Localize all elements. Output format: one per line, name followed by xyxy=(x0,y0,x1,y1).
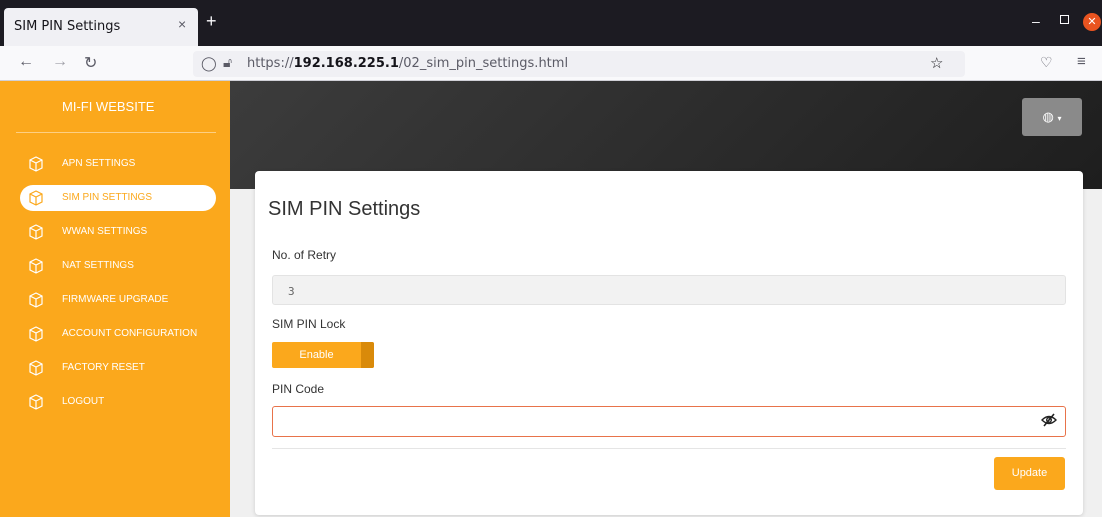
retry-count-value: 3 xyxy=(288,285,295,298)
eye-slash-icon[interactable] xyxy=(1041,413,1057,430)
tab-title: SIM PIN Settings xyxy=(14,19,121,34)
browser-tab-bar: SIM PIN Settings × + – ✕ xyxy=(0,0,1102,46)
cube-icon xyxy=(29,394,43,410)
bookmark-star-icon[interactable]: ☆ xyxy=(930,54,943,72)
form-divider xyxy=(272,448,1066,449)
sidebar-item-label: FIRMWARE UPGRADE xyxy=(62,294,169,305)
cube-icon xyxy=(29,156,43,172)
cube-icon xyxy=(29,360,43,376)
sidebar-item-wwan-settings[interactable]: WWAN SETTINGS xyxy=(20,219,216,245)
sidebar-item-nat-settings[interactable]: NAT SETTINGS xyxy=(20,253,216,279)
retry-label: No. of Retry xyxy=(272,248,337,262)
back-icon[interactable]: ← xyxy=(18,53,34,71)
sidebar-item-sim-pin-settings[interactable]: SIM PIN SETTINGS xyxy=(20,185,216,211)
brand-title: MI-FI WEBSITE xyxy=(62,99,155,114)
toggle-knob[interactable] xyxy=(361,342,374,368)
settings-card: SIM PIN Settings No. of Retry 3 SIM PIN … xyxy=(255,171,1083,515)
sidebar-item-firmware-upgrade[interactable]: FIRMWARE UPGRADE xyxy=(20,287,216,313)
caret-down-icon: ▾ xyxy=(1057,114,1062,123)
window-minimize-icon[interactable]: – xyxy=(1032,13,1040,29)
language-dropdown-button[interactable]: ◍ ▾ xyxy=(1022,98,1082,136)
sidebar-item-label: FACTORY RESET xyxy=(62,362,145,373)
tab-close-icon[interactable]: × xyxy=(178,16,186,32)
new-tab-icon[interactable]: + xyxy=(206,11,217,32)
page-title: SIM PIN Settings xyxy=(268,198,421,220)
update-button[interactable]: Update xyxy=(994,457,1065,490)
shield-icon[interactable]: ◯ xyxy=(201,55,217,72)
pocket-icon[interactable]: ♡ xyxy=(1040,54,1053,71)
sidebar-item-label: SIM PIN SETTINGS xyxy=(62,192,153,203)
cube-icon xyxy=(29,326,43,342)
browser-tab[interactable]: SIM PIN Settings × xyxy=(4,8,198,46)
browser-nav-bar: ← → ↻ ◯ 🔓︎ https://192.168.225.1/02_sim_… xyxy=(0,46,1102,81)
sidebar-item-apn-settings[interactable]: APN SETTINGS xyxy=(20,151,216,177)
url-text[interactable]: https://192.168.225.1/02_sim_pin_setting… xyxy=(247,56,568,71)
window-maximize-icon[interactable] xyxy=(1060,15,1069,24)
hamburger-menu-icon[interactable]: ≡ xyxy=(1077,53,1086,70)
retry-count-field: 3 xyxy=(272,275,1066,305)
reload-icon[interactable]: ↻ xyxy=(84,53,97,73)
pin-code-label: PIN Code xyxy=(272,382,325,396)
cube-icon xyxy=(29,292,43,308)
sim-pin-lock-label: SIM PIN Lock xyxy=(272,317,346,331)
cube-icon xyxy=(29,258,43,274)
sidebar-item-logout[interactable]: LOGOUT xyxy=(20,389,216,415)
sidebar-item-label: ACCOUNT CONFIGURATION xyxy=(62,328,198,339)
sidebar-divider xyxy=(16,132,216,133)
sidebar-item-label: WWAN SETTINGS xyxy=(62,226,148,237)
window-close-icon[interactable]: ✕ xyxy=(1083,13,1101,31)
sidebar-item-label: NAT SETTINGS xyxy=(62,260,134,271)
sidebar-item-account-configuration[interactable]: ACCOUNT CONFIGURATION xyxy=(20,321,216,347)
sidebar-item-label: LOGOUT xyxy=(62,396,105,407)
toggle-label: Enable xyxy=(299,349,334,361)
cube-icon xyxy=(29,224,43,240)
sidebar-item-label: APN SETTINGS xyxy=(62,158,136,169)
sidebar-item-factory-reset[interactable]: FACTORY RESET xyxy=(20,355,216,381)
forward-icon[interactable]: → xyxy=(52,53,68,71)
sidebar: MI-FI WEBSITE APN SETTINGS SIM PIN SETTI… xyxy=(0,81,230,517)
pin-code-input[interactable] xyxy=(272,406,1066,437)
cube-icon xyxy=(29,190,43,206)
lock-icon[interactable]: 🔓︎ xyxy=(223,54,232,71)
address-bar[interactable]: ◯ 🔓︎ https://192.168.225.1/02_sim_pin_se… xyxy=(193,51,965,77)
globe-icon: ◍ xyxy=(1042,109,1054,124)
sim-pin-lock-toggle[interactable]: Enable xyxy=(272,342,374,368)
